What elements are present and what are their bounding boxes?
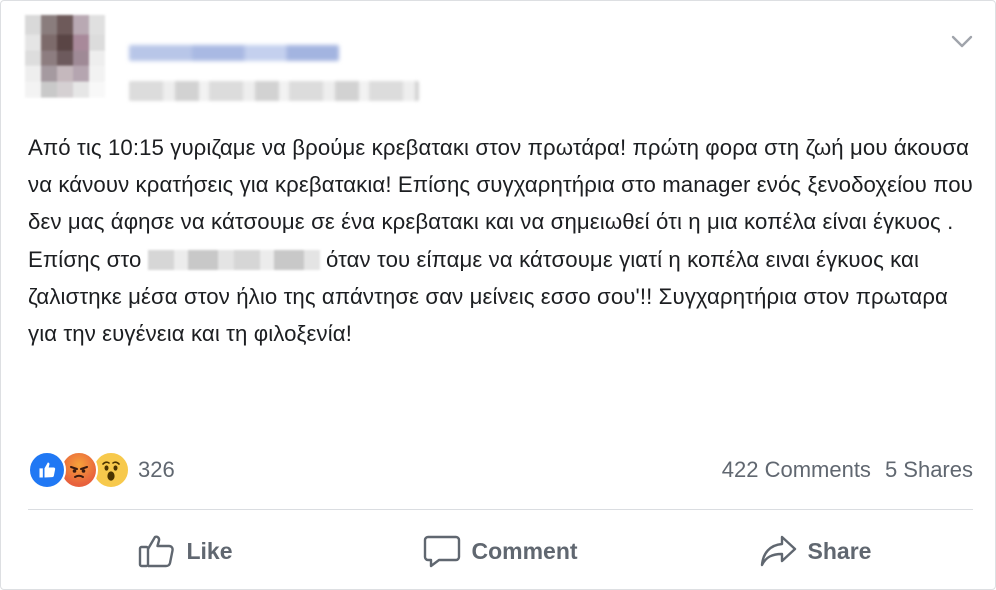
- like-label: Like: [186, 537, 233, 564]
- redacted-text: [147, 249, 320, 270]
- share-icon: [760, 535, 796, 567]
- chevron-down-icon[interactable]: [949, 29, 975, 55]
- avatar[interactable]: [25, 15, 105, 113]
- author-name-redacted[interactable]: [129, 45, 339, 61]
- comment-icon: [424, 535, 461, 568]
- comment-button[interactable]: Comment: [343, 521, 658, 581]
- comment-label: Comment: [471, 537, 578, 564]
- post-card: Από τις 10:15 γυριζαμε να βρούμε κρεβατα…: [0, 0, 996, 590]
- reaction-count[interactable]: 326: [138, 457, 175, 483]
- comments-count-link[interactable]: 422 Comments: [722, 457, 871, 483]
- thumbs-up-icon: [139, 535, 175, 568]
- post-text: Από τις 10:15 γυριζαμε να βρούμε κρεβατα…: [28, 129, 973, 352]
- post-stats: 326 422 Comments 5 Shares: [28, 451, 973, 489]
- action-bar: Like Comment Share: [28, 521, 973, 581]
- post-header: [25, 15, 975, 115]
- shares-count-link[interactable]: 5 Shares: [885, 457, 973, 483]
- like-button[interactable]: Like: [28, 521, 343, 581]
- share-label: Share: [807, 537, 872, 564]
- like-icon: [28, 451, 66, 489]
- reactions-summary[interactable]: 326: [28, 451, 175, 489]
- post-meta-redacted: [129, 81, 419, 101]
- share-button[interactable]: Share: [658, 521, 973, 581]
- engagement-counts: 422 Comments 5 Shares: [722, 451, 973, 489]
- divider: [28, 509, 973, 510]
